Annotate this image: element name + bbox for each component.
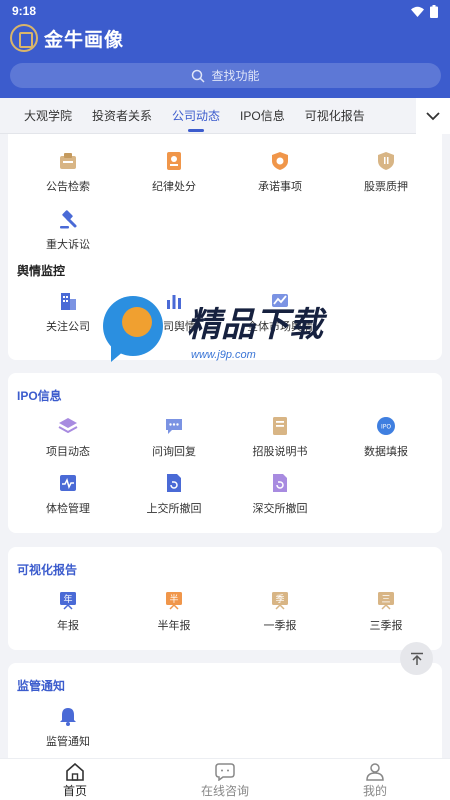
grid-item-szse-withdrawal[interactable]: 深交所撤回 [226,472,334,516]
nav-online-consult[interactable]: 在线咨询 [150,759,300,800]
main-content: 公告检索 纪律处分 承诺事项 股票质押 重大诉讼 舆情监控 关注公司 公司舆情 [0,134,450,758]
annual-report-icon: 年 [60,592,76,610]
building-icon [61,293,76,310]
commitment-icon [272,152,288,170]
market-icon [272,294,288,307]
discipline-icon [167,152,181,170]
q1-report-icon: 季 [272,592,288,610]
grid-item-prospectus[interactable]: 招股说明书 [226,415,334,459]
ipo-icon: IPO [377,417,395,435]
q3-report-icon: 三 [378,592,394,610]
bell-icon [60,708,76,726]
grid-item-annual-report[interactable]: 年 年报 [14,589,122,633]
search-placeholder: 查找功能 [211,69,260,83]
grid-item-company-sentiment[interactable]: 公司舆情 [120,290,228,334]
gavel-icon [60,210,77,229]
book-icon [273,417,287,435]
app-header: 9:18 金牛画像 查找功能 [0,0,450,98]
grid-item-q3-report[interactable]: 三 三季报 [332,589,440,633]
regulation-section-title: 监管通知 [17,679,66,693]
wifi-icon [411,6,424,17]
grid-item-half-year-report[interactable]: 半 半年报 [120,589,228,633]
sentiment-section-title: 舆情监控 [17,264,66,278]
user-icon [366,763,384,781]
grid-item-data-filing[interactable]: IPO 数据填报 [332,415,440,459]
chat-icon [166,419,182,434]
pledge-icon [378,152,394,170]
bottom-nav: 首页 在线咨询 我的 [0,758,450,800]
grid-item-project-news[interactable]: 项目动态 [14,415,122,459]
grid-item-q1-report[interactable]: 季 一季报 [226,589,334,633]
tab-company-news[interactable]: 公司动态 [162,98,230,134]
grid-item-watched-company[interactable]: 关注公司 [14,290,122,334]
grid-item-pledge[interactable]: 股票质押 [332,150,440,194]
grid-item-health-check[interactable]: 体检管理 [14,472,122,516]
ipo-section-title: IPO信息 [17,389,62,403]
battery-icon [430,4,438,18]
brand-logo-icon [10,24,38,52]
visual-reports-card: 可视化报告 年 年报 半 半年报 季 一季报 三 三季报 [8,547,442,650]
category-tabs: 大观学院 投资者关系 公司动态 IPO信息 可视化报告 [0,98,450,134]
tab-ipo[interactable]: IPO信息 [230,98,295,134]
chat-bubble-icon [215,763,235,781]
search-icon [192,69,206,83]
checkup-icon [60,475,76,491]
home-icon [66,763,84,781]
sse-withdraw-icon [167,474,181,492]
app-title: 金牛画像 [44,29,125,51]
nav-profile[interactable]: 我的 [300,759,450,800]
nav-home[interactable]: 首页 [0,759,150,800]
search-bar[interactable]: 查找功能 [10,63,441,88]
tabs-expand-button[interactable] [416,98,450,134]
brand: 金牛画像 [0,22,450,54]
half-year-report-icon: 半 [166,592,182,610]
status-icons [411,4,438,18]
grid-item-inquiry-reply[interactable]: 问询回复 [120,415,228,459]
grid-item-regulation-notice[interactable]: 监管通知 [14,705,122,749]
svg-text:年: 年 [63,593,72,605]
grid-item-discipline[interactable]: 纪律处分 [120,150,228,194]
grid-item-announcement[interactable]: 公告检索 [14,150,122,194]
svg-text:三: 三 [381,595,390,605]
grid-item-sse-withdrawal[interactable]: 上交所撤回 [120,472,228,516]
grid-item-litigation[interactable]: 重大诉讼 [14,208,122,252]
grid-item-commitment[interactable]: 承诺事项 [226,150,334,194]
layers-icon [58,418,78,434]
tab-investor-relations[interactable]: 投资者关系 [82,98,162,134]
svg-text:季: 季 [275,593,284,605]
announcement-icon [60,153,76,169]
svg-text:半: 半 [169,593,178,605]
company-news-card: 公告检索 纪律处分 承诺事项 股票质押 重大诉讼 舆情监控 关注公司 公司舆情 [8,134,442,360]
chart-icon [167,295,181,309]
reports-section-title: 可视化报告 [17,563,78,577]
tab-academy[interactable]: 大观学院 [0,98,82,134]
szse-withdraw-icon [273,474,287,492]
back-to-top-button[interactable] [400,642,433,675]
svg-text:IPO: IPO [381,424,391,431]
grid-item-market-sentiment[interactable]: 全体市场舆情 [226,290,334,334]
arrow-up-icon [410,652,423,665]
regulation-card: 监管通知 监管通知 [8,663,442,758]
status-bar: 9:18 [0,0,450,22]
ipo-card: IPO信息 项目动态 问询回复 招股说明书 IPO 数据填报 体检管理 上交所撤… [8,373,442,533]
tab-visual-reports[interactable]: 可视化报告 [295,98,375,134]
status-time: 9:18 [12,4,37,18]
chevron-down-icon [426,112,440,121]
